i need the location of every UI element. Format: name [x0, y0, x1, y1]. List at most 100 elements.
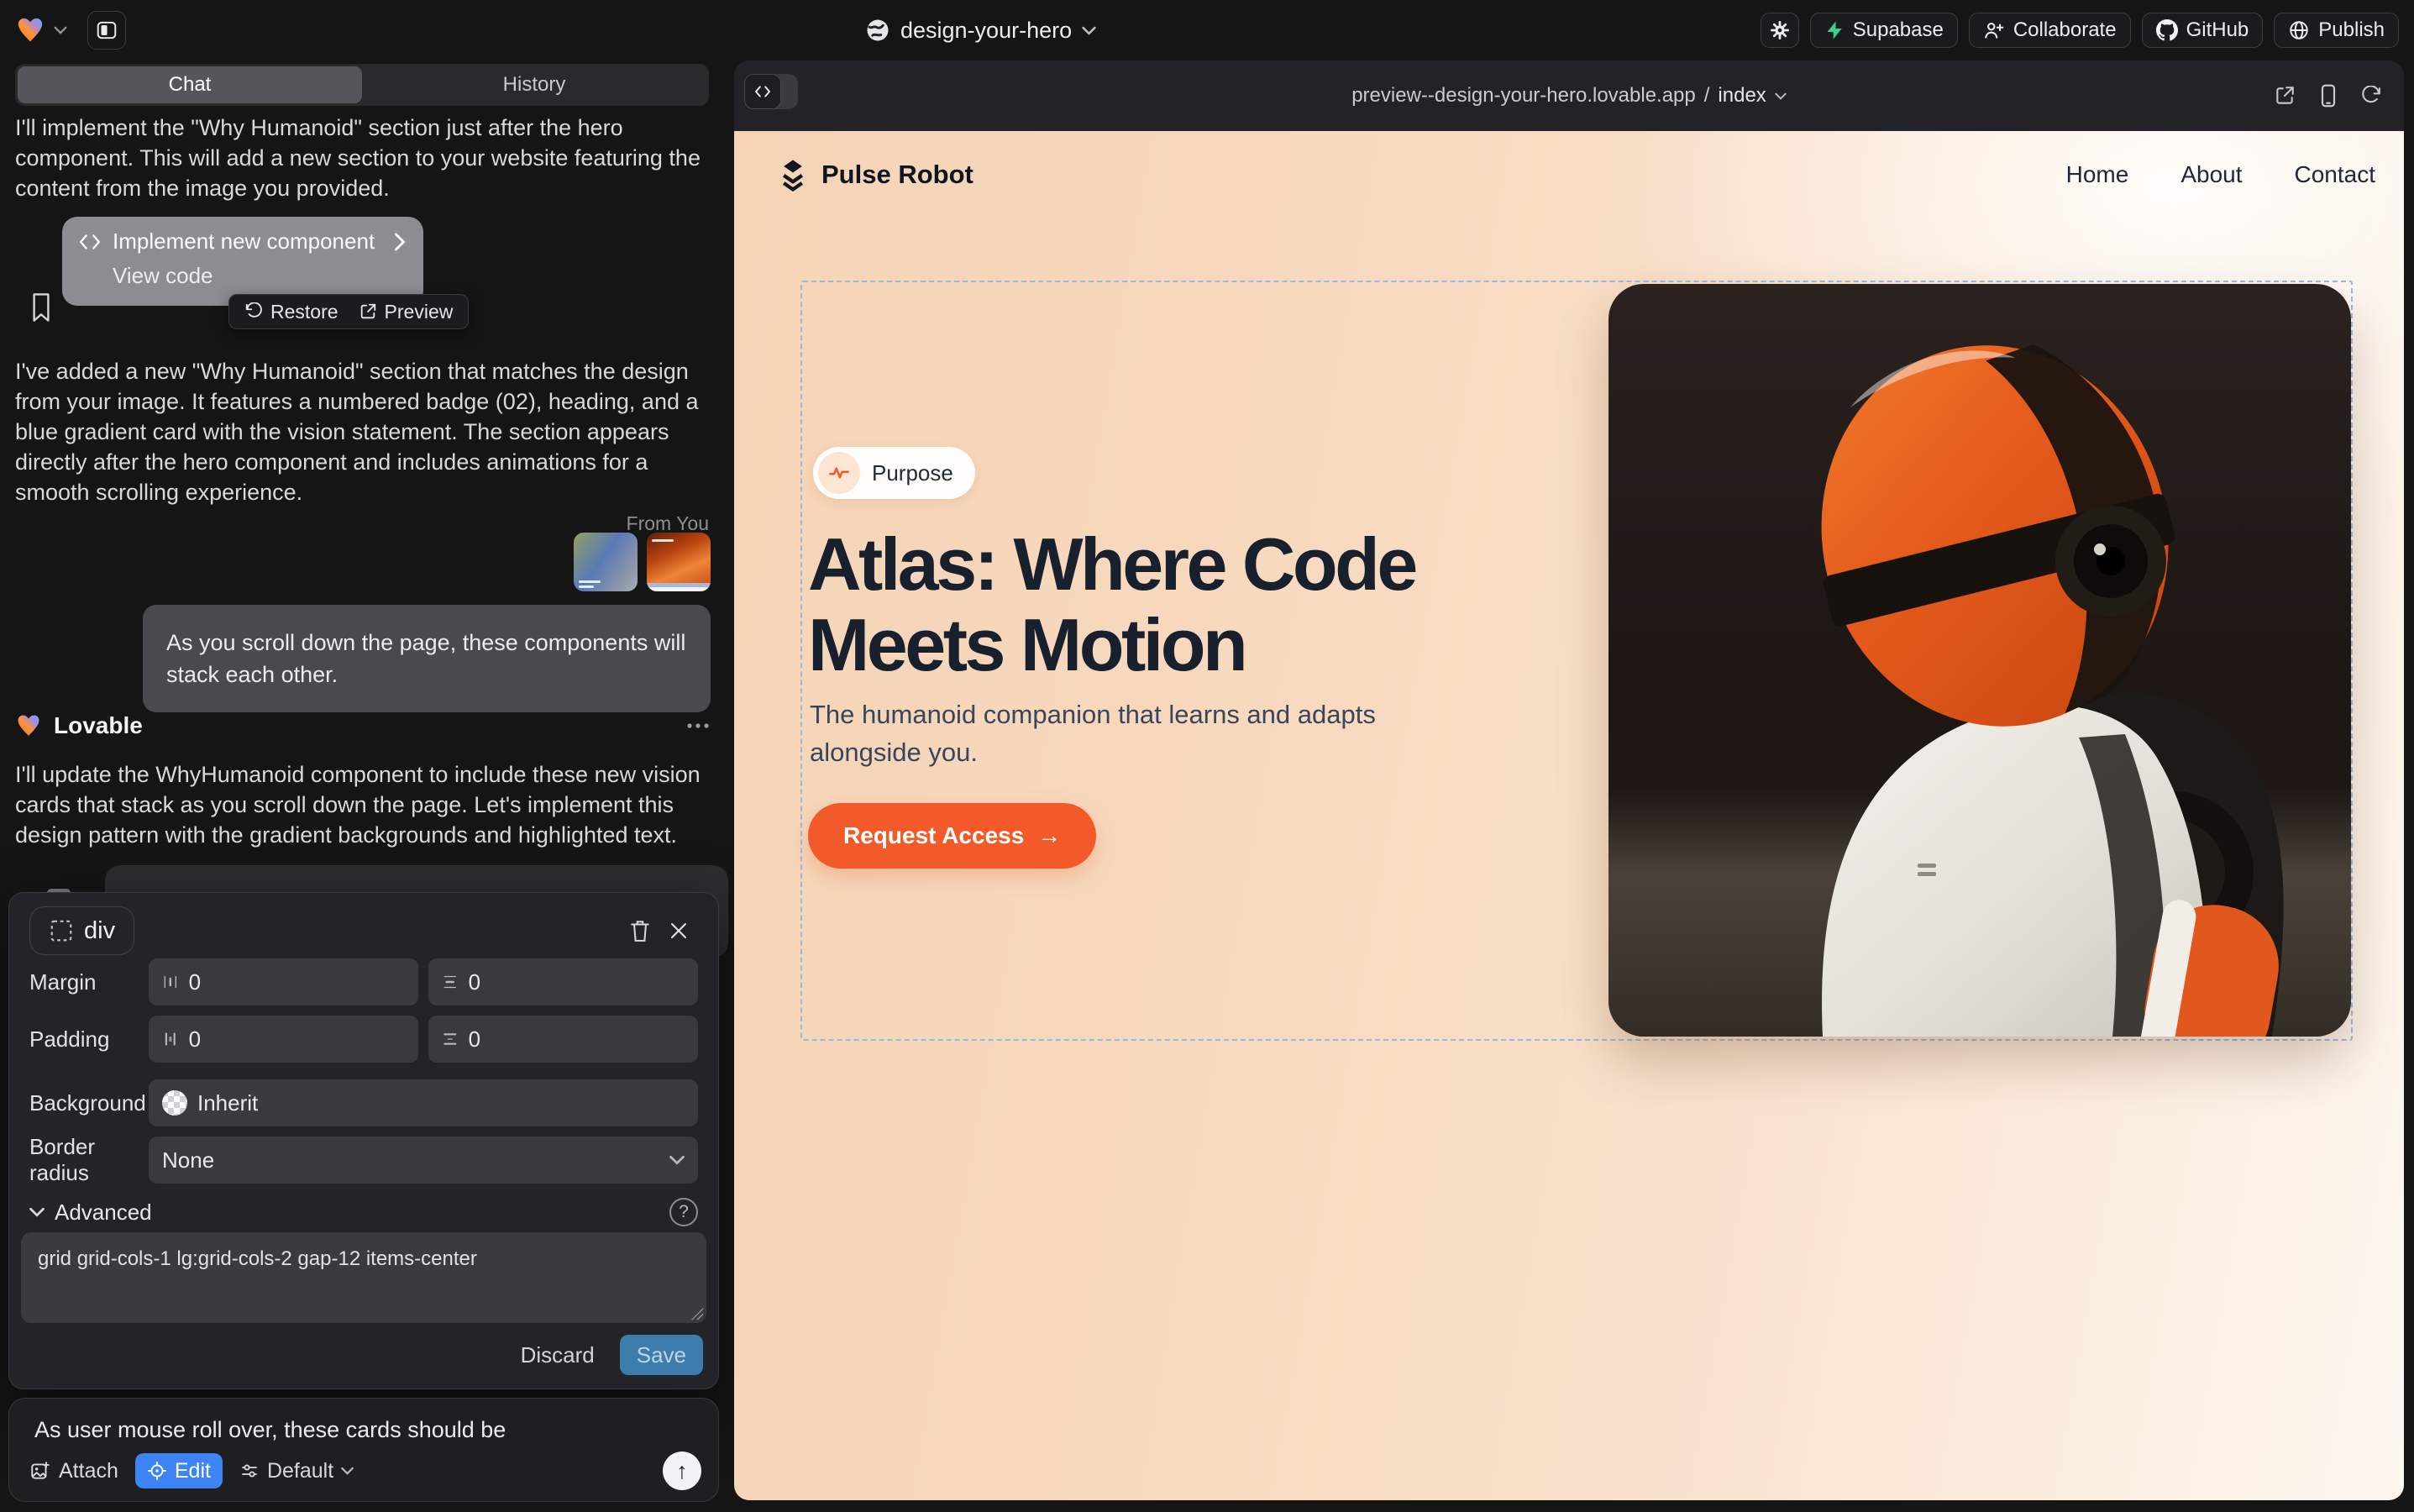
topbar-left	[15, 0, 126, 60]
project-name: design-your-hero	[900, 18, 1072, 44]
assistant-message-2: I've added a new "Why Humanoid" section …	[15, 356, 701, 507]
textarea-resize-handle[interactable]	[691, 1308, 703, 1320]
refresh-preview-button[interactable]	[2361, 86, 2382, 107]
tab-chat[interactable]: Chat	[18, 66, 362, 103]
margin-y-input[interactable]	[469, 969, 685, 995]
publish-button[interactable]: Publish	[2274, 13, 2399, 48]
pulse-icon	[818, 452, 860, 494]
assistant-name: Lovable	[54, 712, 143, 739]
background-field[interactable]: Inherit	[149, 1079, 698, 1126]
restore-button[interactable]: Restore	[244, 301, 338, 323]
attach-button[interactable]: Attach	[29, 1459, 118, 1483]
restore-label: Restore	[270, 301, 338, 323]
lovable-avatar-heart-icon	[15, 713, 42, 738]
hero-headline-line1: Atlas: Where Code	[808, 524, 1415, 605]
advanced-chevron-icon[interactable]	[29, 1207, 45, 1217]
delete-element-button[interactable]	[621, 911, 659, 950]
element-inspector-popover: div Margin	[8, 892, 719, 1389]
supabase-icon	[1824, 20, 1845, 40]
padding-x-input[interactable]	[189, 1026, 405, 1053]
preview-url-host: preview--design-your-hero.lovable.app	[1351, 84, 1696, 108]
component-version-card[interactable]: Implement new component View code	[62, 217, 423, 306]
preview-page: Pulse Robot Home About Contact Purpose A…	[734, 131, 2404, 1500]
element-tag: div	[84, 917, 115, 945]
settings-button[interactable]	[1761, 13, 1799, 48]
background-label: Background	[29, 1090, 149, 1116]
padding-label: Padding	[29, 1026, 149, 1053]
top-toolbar: design-your-hero Supabase Col	[0, 0, 2414, 60]
supabase-button[interactable]: Supabase	[1810, 13, 1958, 48]
chat-history-tabs: Chat History	[15, 64, 709, 106]
mode-label: Default	[267, 1459, 333, 1483]
advanced-label[interactable]: Advanced	[55, 1200, 152, 1226]
chat-composer[interactable]: As user mouse roll over, these cards sho…	[8, 1398, 719, 1502]
margin-x-field[interactable]	[149, 958, 418, 1005]
advanced-help-icon[interactable]: ?	[669, 1198, 698, 1226]
pulse-robot-logo-icon	[776, 158, 810, 192]
component-card-title: Implement new component	[113, 228, 381, 255]
nav-link-home[interactable]: Home	[2066, 161, 2129, 188]
margin-x-input[interactable]	[189, 969, 405, 995]
margin-y-field[interactable]	[428, 958, 698, 1005]
collaborate-button[interactable]: Collaborate	[1969, 13, 2131, 48]
site-brand-name: Pulse Robot	[821, 160, 973, 190]
save-button[interactable]: Save	[620, 1335, 703, 1375]
workspace-chevron-down-icon[interactable]	[54, 26, 67, 34]
view-code-link[interactable]: View code	[113, 263, 407, 289]
nav-link-about[interactable]: About	[2180, 161, 2242, 188]
edit-mode-button[interactable]: Edit	[135, 1453, 223, 1488]
edit-label: Edit	[175, 1459, 211, 1483]
attach-label: Attach	[59, 1459, 118, 1483]
mobile-view-button[interactable]	[2319, 84, 2338, 108]
toggle-sidebar-button[interactable]	[87, 11, 126, 50]
lovable-editor-window: design-your-hero Supabase Col	[0, 0, 2414, 1512]
preview-url-bar[interactable]: preview--design-your-hero.lovable.app / …	[734, 60, 2404, 131]
github-button[interactable]: GitHub	[2142, 13, 2264, 48]
restore-icon	[244, 302, 263, 321]
bookmark-icon[interactable]	[29, 292, 54, 323]
assistant-message-3: I'll update the WhyHumanoid component to…	[15, 759, 701, 850]
transparent-color-swatch	[162, 1090, 187, 1116]
background-value: Inherit	[197, 1090, 685, 1116]
preview-browser-chrome: preview--design-your-hero.lovable.app / …	[734, 60, 2404, 131]
site-navbar: Pulse Robot Home About Contact	[734, 131, 2404, 218]
chat-mode-selector[interactable]: Default	[239, 1459, 354, 1483]
close-inspector-button[interactable]	[659, 911, 698, 950]
padding-vertical-icon	[442, 1030, 459, 1048]
tab-history[interactable]: History	[362, 66, 706, 103]
send-button[interactable]: ↑	[663, 1452, 701, 1490]
advanced-classes-textarea[interactable]: grid grid-cols-1 lg:grid-cols-2 gap-12 i…	[21, 1232, 706, 1323]
request-access-label: Request Access	[843, 822, 1024, 849]
padding-y-field[interactable]	[428, 1016, 698, 1063]
open-in-new-tab-button[interactable]	[2274, 85, 2296, 107]
assistant-message-1: I'll implement the "Why Humanoid" sectio…	[15, 113, 701, 203]
mode-chevron-down-icon	[341, 1467, 354, 1475]
nav-link-contact[interactable]: Contact	[2295, 161, 2376, 188]
attachment-thumbnail-orange[interactable]	[647, 533, 711, 591]
github-icon	[2156, 19, 2178, 41]
chat-input[interactable]: As user mouse roll over, these cards sho…	[34, 1417, 690, 1451]
preview-version-button[interactable]: Preview	[359, 301, 454, 323]
attachment-thumbnail-blue[interactable]	[574, 533, 638, 591]
mobile-device-icon	[2319, 84, 2338, 108]
padding-x-field[interactable]	[149, 1016, 418, 1063]
message-more-options-icon[interactable]	[685, 722, 711, 730]
request-access-button[interactable]: Request Access →	[808, 803, 1096, 869]
send-arrow-up-icon: ↑	[676, 1458, 688, 1484]
hero-headline-line2: Meets Motion	[808, 605, 1415, 685]
padding-y-input[interactable]	[469, 1026, 685, 1053]
project-selector[interactable]: design-your-hero	[865, 0, 1096, 60]
preview-label: Preview	[385, 301, 454, 323]
border-radius-select[interactable]: None	[149, 1137, 698, 1184]
selected-element-pill[interactable]: div	[29, 906, 134, 955]
discard-button[interactable]: Discard	[521, 1342, 595, 1368]
collaborate-people-icon	[1983, 19, 2005, 41]
external-link-icon	[2274, 85, 2296, 107]
close-icon	[669, 921, 689, 941]
site-brand[interactable]: Pulse Robot	[776, 158, 973, 192]
attach-image-icon	[29, 1460, 51, 1482]
site-nav-links: Home About Contact	[2066, 161, 2375, 188]
cta-arrow-right-icon: →	[1037, 822, 1061, 849]
lovable-logo-heart-icon[interactable]	[15, 16, 45, 45]
hero-subtext: The humanoid companion that learns and a…	[810, 696, 1398, 771]
